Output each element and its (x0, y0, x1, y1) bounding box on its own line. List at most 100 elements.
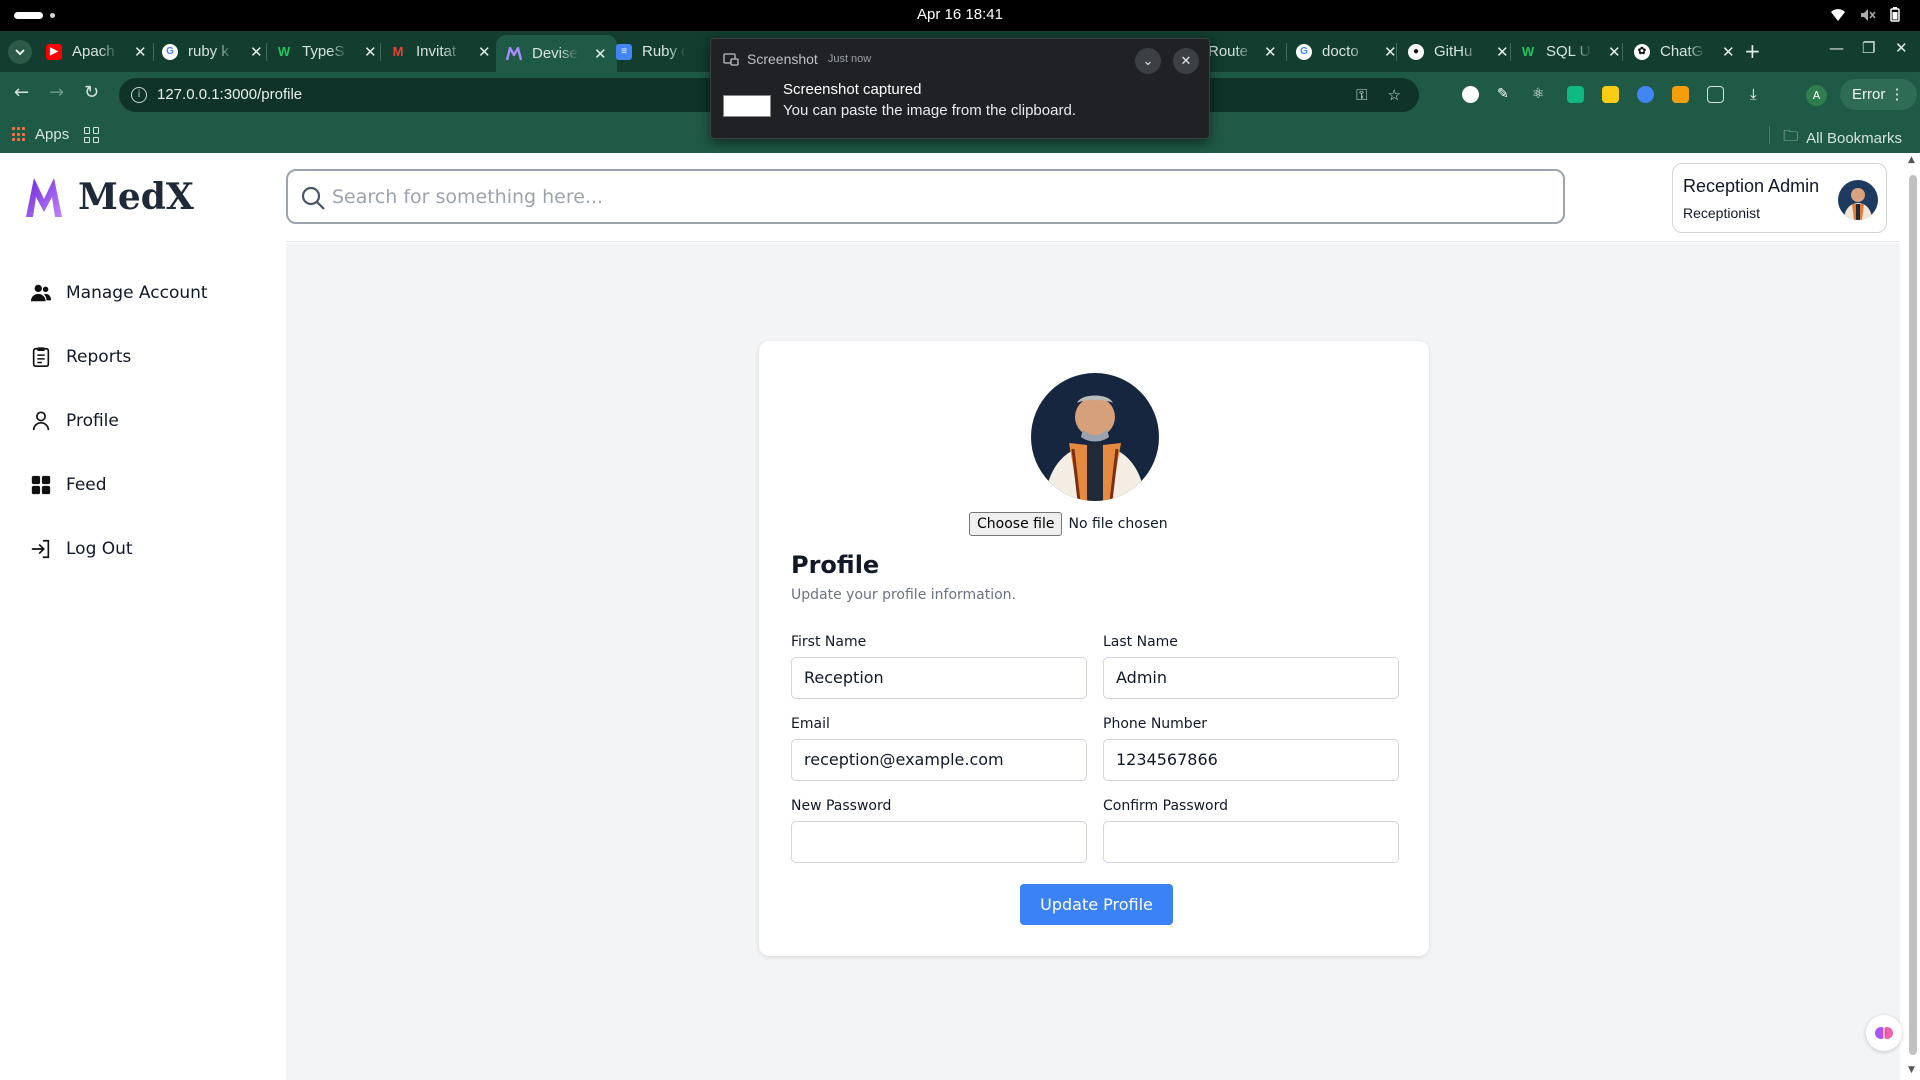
system-tray[interactable] (1830, 7, 1900, 22)
screenshot-notification[interactable]: Screenshot Just now ⌄ ✕ Screenshot captu… (710, 38, 1210, 139)
extension-chrome-icon[interactable] (1637, 86, 1654, 103)
sidebar-item-feed[interactable]: Feed (30, 453, 208, 517)
close-icon[interactable]: ✕ (1608, 43, 1621, 61)
profile-avatar[interactable]: A (1806, 85, 1827, 106)
extensions-puzzle-icon[interactable] (1707, 86, 1724, 103)
user-avatar[interactable] (1838, 180, 1878, 220)
eyedropper-icon[interactable]: ✎ (1497, 86, 1514, 103)
notification-title: Screenshot captured (783, 81, 922, 98)
tab-title: Ruby c (642, 43, 686, 60)
browser-tab[interactable]: M Invitat ✕ (390, 31, 491, 72)
search-box[interactable] (286, 169, 1565, 224)
floating-assistant-button[interactable] (1866, 1015, 1902, 1051)
scroll-down-arrow-icon[interactable]: ▼ (1908, 1065, 1915, 1075)
tab-groups-icon[interactable] (84, 127, 100, 143)
user-card[interactable]: Reception Admin Receptionist (1672, 163, 1887, 233)
close-icon[interactable]: ✕ (478, 43, 491, 61)
reload-icon[interactable]: ↻ (84, 82, 99, 103)
notification-header: Screenshot Just now (723, 51, 871, 67)
extension-green-icon[interactable] (1567, 86, 1584, 103)
tab-title: Devise (532, 45, 578, 62)
screenshot-icon (723, 53, 739, 66)
url-text[interactable]: 127.0.0.1:3000/profile (157, 86, 302, 103)
medx-logo-icon (26, 178, 62, 217)
bookmark-star-icon[interactable]: ☆ (1388, 86, 1401, 104)
browser-tab[interactable]: ▶ Apach ✕ (46, 31, 147, 72)
profile-photo (1031, 373, 1159, 501)
extension-orange-icon[interactable] (1672, 86, 1689, 103)
tab-title: docto (1322, 43, 1359, 60)
first-name-field[interactable]: Reception (791, 657, 1087, 699)
new-tab-button[interactable]: + (1744, 39, 1761, 63)
restore-icon[interactable]: ❐ (1862, 39, 1875, 57)
phone-label: Phone Number (1103, 716, 1208, 732)
close-icon[interactable]: ✕ (594, 45, 607, 63)
brand-logo[interactable]: MedX (24, 175, 194, 219)
close-icon[interactable]: ✕ (1722, 43, 1735, 61)
close-icon[interactable]: ✕ (1173, 48, 1199, 74)
download-icon[interactable]: ⤓ (1750, 86, 1767, 103)
browser-tab-active[interactable]: Devise ✕ (496, 35, 617, 72)
update-profile-button[interactable]: Update Profile (1020, 884, 1173, 925)
forward-arrow-icon[interactable]: → (49, 82, 64, 103)
extension-circle-icon[interactable] (1462, 86, 1479, 103)
phone-field[interactable]: 1234567866 (1103, 739, 1399, 781)
error-chip[interactable]: Error ⋮ (1840, 79, 1917, 110)
sidebar-item-logout[interactable]: Log Out (30, 517, 208, 581)
close-icon[interactable]: ✕ (1384, 43, 1397, 61)
logout-icon (31, 539, 50, 559)
phone-group: Phone Number 1234567866 (1103, 716, 1399, 781)
browser-tab[interactable]: Route ✕ (1208, 31, 1277, 72)
scroll-up-arrow-icon[interactable]: ▲ (1908, 155, 1915, 165)
close-icon[interactable]: ✕ (1496, 43, 1509, 61)
close-icon[interactable]: ✕ (134, 43, 147, 61)
tab-title: Invitat (416, 43, 457, 60)
new-password-field[interactable] (791, 821, 1087, 863)
all-bookmarks[interactable]: 🗀 All Bookmarks (1783, 126, 1902, 151)
first-name-label: First Name (791, 634, 867, 650)
scrollbar-thumb[interactable] (1909, 175, 1917, 1055)
wifi-icon (1831, 8, 1845, 21)
close-icon[interactable]: ✕ (364, 43, 377, 61)
react-devtools-icon[interactable]: ⚛ (1532, 86, 1549, 103)
browser-tab[interactable]: ● GitHu ✕ (1408, 31, 1509, 72)
app-header: Reception Admin Receptionist (286, 153, 1900, 242)
browser-tab[interactable]: ≡ Ruby c (616, 31, 686, 72)
apps-grid-icon (12, 127, 27, 142)
last-name-label: Last Name (1103, 634, 1178, 650)
minimize-icon[interactable]: — (1829, 39, 1844, 57)
os-clock[interactable]: Apr 16 18:41 (0, 6, 1920, 23)
email-field[interactable]: reception@example.com (791, 739, 1087, 781)
tab-search-button[interactable] (8, 40, 32, 64)
extension-yellow-icon[interactable] (1602, 86, 1619, 103)
choose-file-button[interactable]: Choose file (969, 512, 1063, 536)
password-key-icon[interactable]: ⚿ (1356, 86, 1367, 104)
back-arrow-icon[interactable]: ← (14, 82, 29, 103)
extensions-row: ✎ ⚛ ⤓ (1462, 86, 1767, 103)
sidebar-item-reports[interactable]: Reports (30, 325, 208, 389)
sidebar-item-profile[interactable]: Profile (30, 389, 208, 453)
users-icon (30, 284, 52, 302)
browser-tab[interactable]: G ruby k ✕ (162, 31, 263, 72)
screenshot-thumbnail[interactable] (723, 95, 771, 117)
close-icon[interactable]: ✕ (250, 43, 263, 61)
close-window-icon[interactable]: ✕ (1895, 39, 1908, 57)
sidebar-item-label: Profile (66, 411, 119, 431)
medx-icon (506, 46, 522, 62)
page-scrollbar[interactable]: ▲ ▼ (1906, 153, 1920, 1080)
last-name-field[interactable]: Admin (1103, 657, 1399, 699)
confirm-password-group: Confirm Password (1103, 798, 1399, 863)
site-info-icon[interactable]: i (131, 87, 147, 103)
docs-icon: ≡ (616, 43, 632, 60)
chevron-down-icon[interactable]: ⌄ (1135, 48, 1161, 74)
sidebar-item-manage-account[interactable]: Manage Account (30, 261, 208, 325)
close-icon[interactable]: ✕ (1264, 43, 1277, 61)
tab-title: ruby k (188, 43, 229, 60)
browser-tab[interactable]: W TypeS ✕ (276, 31, 377, 72)
browser-tab[interactable]: G docto ✕ (1296, 31, 1397, 72)
browser-tab[interactable]: ✿ ChatG ✕ (1634, 31, 1735, 72)
confirm-password-field[interactable] (1103, 821, 1399, 863)
browser-tab[interactable]: W SQL U ✕ (1520, 31, 1621, 72)
search-input[interactable] (332, 181, 1532, 213)
apps-shortcut[interactable]: Apps (12, 126, 69, 143)
